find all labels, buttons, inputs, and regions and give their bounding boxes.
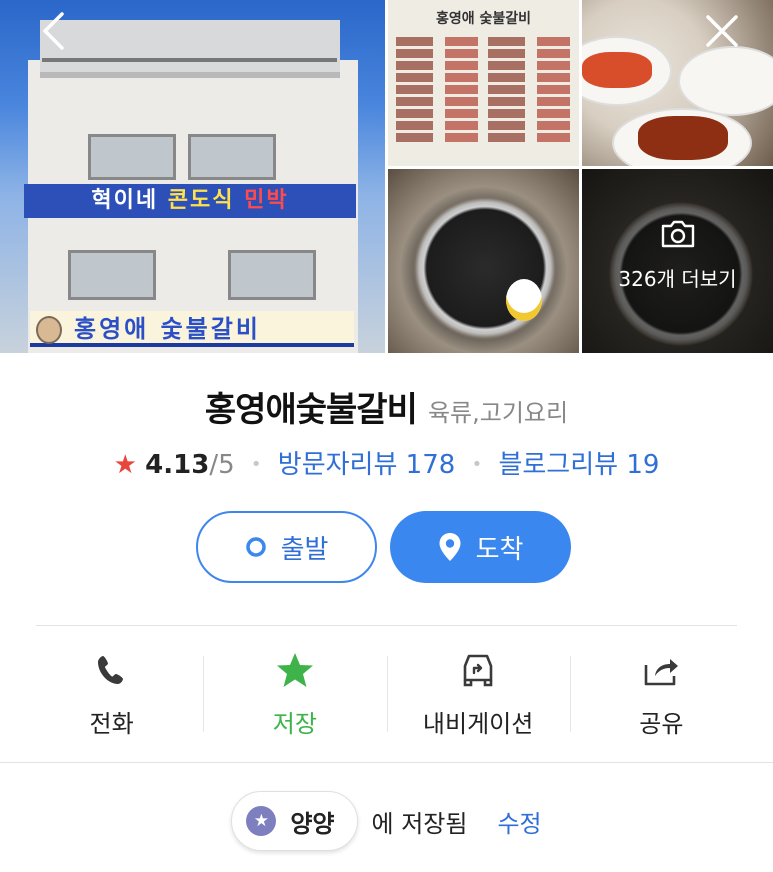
separator-dot: • bbox=[471, 454, 483, 475]
naengmyeon-photo[interactable] bbox=[388, 169, 579, 353]
boiled-egg bbox=[506, 279, 542, 321]
more-photos-tile[interactable]: 326개 더보기 bbox=[582, 169, 773, 353]
saved-list-name: 양양 bbox=[290, 809, 335, 838]
menu-board-photo[interactable]: 홍영애 숯불갈비 bbox=[388, 0, 579, 166]
arrive-label: 도착 bbox=[475, 534, 524, 565]
back-button[interactable] bbox=[30, 10, 76, 56]
list-star-icon: ★ bbox=[246, 806, 277, 836]
noodle-bowl bbox=[410, 193, 560, 343]
close-icon bbox=[705, 14, 739, 52]
star-icon bbox=[276, 652, 314, 688]
building-window bbox=[68, 250, 156, 300]
depart-label: 출발 bbox=[280, 534, 329, 565]
share-icon bbox=[642, 652, 680, 688]
restaurant-sign: 홍영애 숯불갈비 bbox=[30, 311, 354, 347]
navigation-label: 내비게이션 bbox=[422, 710, 534, 738]
share-label: 공유 bbox=[639, 710, 684, 738]
call-button[interactable]: 전화 bbox=[20, 640, 203, 740]
depart-button[interactable]: 출발 bbox=[196, 511, 377, 583]
building-railing bbox=[42, 58, 337, 62]
plate bbox=[678, 46, 773, 116]
save-button[interactable]: 저장 bbox=[203, 640, 386, 740]
origin-point-icon bbox=[245, 536, 267, 558]
place-category: 육류,고기요리 bbox=[427, 399, 569, 427]
kimchi bbox=[582, 52, 652, 88]
arrive-button[interactable]: 도착 bbox=[390, 511, 571, 583]
separator-dot: • bbox=[250, 454, 262, 475]
more-photos: 326개 더보기 bbox=[582, 219, 773, 292]
camera-icon bbox=[660, 220, 696, 253]
building-window bbox=[188, 134, 276, 180]
saved-status-text: 에 저장됨 bbox=[371, 809, 468, 838]
more-photos-count: 326개 더보기 bbox=[618, 267, 737, 291]
menu-board-title: 홍영애 숯불갈비 bbox=[435, 11, 532, 27]
rating-row: ★ 4.13/5 • 방문자리뷰 178 • 블로그리뷰 19 bbox=[0, 444, 773, 481]
menu-column bbox=[488, 34, 570, 145]
divider bbox=[0, 762, 773, 763]
save-label: 저장 bbox=[272, 710, 317, 738]
visitor-reviews-link[interactable]: 방문자리뷰 178 bbox=[278, 450, 456, 480]
close-button[interactable] bbox=[699, 10, 745, 56]
chevron-left-icon bbox=[40, 11, 66, 55]
minbak-sign: 혁이네 콘도식 민박 bbox=[24, 184, 356, 218]
saved-info: ★ 양양 에 저장됨 수정 bbox=[0, 791, 773, 851]
star-icon: ★ bbox=[113, 450, 137, 480]
navigation-button[interactable]: 내비게이션 bbox=[386, 640, 570, 740]
location-pin-icon bbox=[438, 532, 462, 562]
place-name: 홍영애숯불갈비 bbox=[204, 390, 418, 430]
saved-list-chip[interactable]: ★ 양양 bbox=[231, 791, 358, 851]
building-window bbox=[88, 134, 176, 180]
menu-column bbox=[396, 34, 478, 145]
building-window bbox=[228, 250, 316, 300]
sign-portrait bbox=[36, 316, 62, 344]
fried-chicken bbox=[638, 116, 728, 160]
building-roof bbox=[40, 20, 340, 78]
photo-gallery: 혁이네 콘도식 민박 홍영애 숯불갈비 홍영애 숯불갈비 326개 더보기 bbox=[0, 0, 773, 353]
edit-saved-link[interactable]: 수정 bbox=[497, 804, 541, 839]
share-button[interactable]: 공유 bbox=[569, 640, 753, 740]
action-bar: 전화 저장 내비게이션 공유 bbox=[20, 640, 753, 740]
blog-reviews-link[interactable]: 블로그리뷰 19 bbox=[498, 450, 659, 480]
phone-icon bbox=[95, 652, 129, 688]
divider bbox=[36, 625, 737, 626]
place-header: 홍영애숯불갈비 육류,고기요리 bbox=[0, 382, 773, 431]
rating-score: 4.13 bbox=[145, 450, 210, 480]
call-label: 전화 bbox=[89, 710, 134, 738]
rating-suffix: /5 bbox=[209, 450, 235, 480]
car-navigation-icon bbox=[458, 652, 498, 688]
